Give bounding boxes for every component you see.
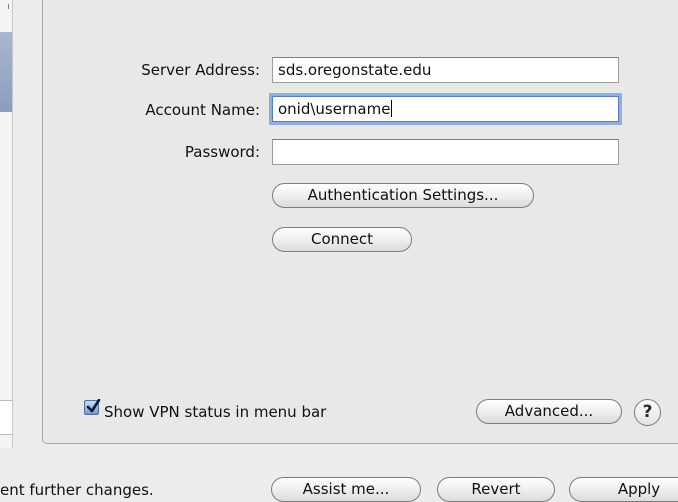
help-icon: ? (642, 402, 653, 422)
lock-status-text: ent further changes. (0, 481, 154, 499)
revert-button[interactable]: Revert (437, 477, 555, 502)
advanced-button[interactable]: Advanced... (476, 399, 622, 424)
apply-button[interactable]: Apply (569, 477, 678, 502)
password-label: Password: (184, 143, 260, 161)
service-list[interactable] (0, 0, 13, 448)
show-vpn-status-checkbox[interactable] (84, 399, 101, 415)
account-name-label: Account Name: (145, 101, 260, 119)
service-list-row[interactable] (0, 400, 12, 435)
server-address-value: sds.oregonstate.edu (278, 61, 432, 79)
connect-button[interactable]: Connect (272, 227, 412, 252)
help-button[interactable]: ? (634, 399, 661, 426)
show-vpn-status-label[interactable]: Show VPN status in menu bar (104, 403, 326, 421)
sidebar-tick (8, 4, 9, 9)
server-address-label: Server Address: (141, 61, 260, 79)
checkmark-icon (86, 399, 101, 413)
text-caret (391, 100, 393, 117)
assist-me-button[interactable]: Assist me... (271, 477, 421, 502)
service-list-selected-item[interactable] (0, 32, 12, 112)
password-field[interactable] (272, 139, 619, 165)
server-address-field[interactable]: sds.oregonstate.edu (272, 57, 619, 83)
account-name-value: onid\username (278, 100, 391, 118)
account-name-field[interactable]: onid\username (272, 96, 619, 122)
authentication-settings-button[interactable]: Authentication Settings... (272, 183, 534, 208)
